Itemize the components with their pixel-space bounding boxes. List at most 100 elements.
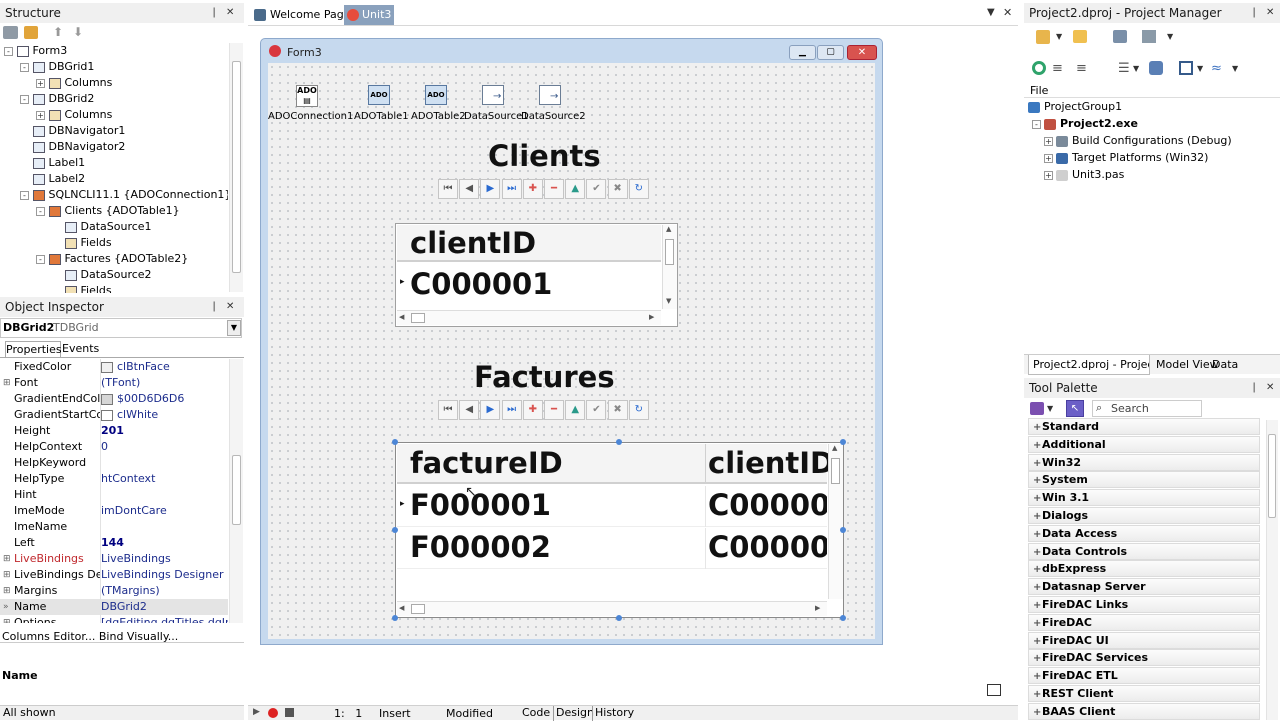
collapse-icon[interactable]: ≡ <box>1076 61 1087 76</box>
expand-icon[interactable]: ⊞ <box>3 615 11 623</box>
tree-node[interactable]: + Columns <box>36 107 112 123</box>
cursor-select-icon[interactable]: ↖ <box>1066 400 1084 417</box>
tree-node[interactable]: Fields <box>52 283 112 293</box>
selection-handle[interactable] <box>840 527 846 533</box>
property-row[interactable]: FixedColor clBtnFace <box>0 359 228 375</box>
close-icon[interactable]: ✕ <box>226 3 234 23</box>
table-row[interactable]: ▸ C000001 <box>397 265 661 305</box>
options-icon[interactable] <box>1149 61 1163 75</box>
expand-icon[interactable]: - <box>36 254 45 264</box>
refresh-icon[interactable]: ↻ <box>628 179 649 199</box>
expand-icon[interactable]: ⊞ <box>3 583 11 599</box>
layout-icon[interactable] <box>987 684 1001 696</box>
insert-record-icon[interactable]: ✚ <box>522 400 543 420</box>
tree-node[interactable]: - Clients {ADOTable1} <box>36 203 180 219</box>
palette-category[interactable]: +FireDAC <box>1028 613 1260 631</box>
palette-category[interactable]: +REST Client <box>1028 685 1260 702</box>
expand-icon[interactable]: + <box>1033 598 1042 613</box>
add-folder-icon[interactable] <box>1073 30 1087 43</box>
palette-category[interactable]: +FireDAC UI <box>1028 631 1260 649</box>
property-value[interactable]: DBGrid2 <box>101 599 147 615</box>
property-value[interactable]: 0 <box>101 439 108 455</box>
expand-icon[interactable]: + <box>1033 456 1042 471</box>
pin-icon[interactable]: ❘ <box>1250 378 1258 398</box>
property-row[interactable]: HelpType htContext <box>0 471 228 487</box>
project-tree-node[interactable]: - Project2.exe <box>1032 116 1138 132</box>
tab-code[interactable]: Code <box>520 706 552 721</box>
arrow-down-icon[interactable]: ⬇ <box>73 25 83 39</box>
clients-label[interactable]: Clients <box>488 139 601 173</box>
close-button[interactable]: ✕ <box>847 45 877 60</box>
pin-icon[interactable]: ❘ <box>210 3 218 23</box>
tree-node[interactable]: - Form3 <box>4 43 67 59</box>
chevron-down-icon[interactable]: ▼ <box>987 7 995 18</box>
inspector-scrollbar[interactable] <box>229 359 243 623</box>
expand-icon[interactable]: + <box>1033 705 1042 720</box>
tab-design[interactable]: Design <box>553 706 596 721</box>
property-value[interactable]: 201 <box>101 423 124 439</box>
selection-handle[interactable] <box>840 439 846 445</box>
expand-icon[interactable]: - <box>20 62 29 72</box>
grid2-header-factureid[interactable]: factureID <box>410 446 563 480</box>
chevron-down-icon[interactable]: ▼ <box>1133 64 1139 73</box>
expand-icon[interactable]: + <box>1044 170 1053 180</box>
tree-node[interactable]: - Factures {ADOTable2} <box>36 251 188 267</box>
delete-record-icon[interactable]: ━ <box>544 179 564 199</box>
expand-icon[interactable]: + <box>1033 545 1042 560</box>
first-record-icon[interactable]: ⏮ <box>438 179 458 199</box>
dbgrid2[interactable]: factureID clientID ▸ F000001 C00000 F000… <box>392 439 846 621</box>
property-row[interactable]: ImeMode imDontCare <box>0 503 228 519</box>
property-row[interactable]: ⊞ Font (TFont) <box>0 375 228 391</box>
first-record-icon[interactable]: ⏮ <box>438 400 458 420</box>
adoconnection-icon[interactable]: ADO ▤ <box>296 85 318 107</box>
expand-icon[interactable]: - <box>4 46 13 56</box>
view-icon[interactable] <box>1142 30 1156 43</box>
palette-category[interactable]: +Data Access <box>1028 524 1260 542</box>
expand-icon[interactable]: + <box>1033 651 1042 666</box>
property-row[interactable]: HelpContext 0 <box>0 439 228 455</box>
build-icon[interactable] <box>1179 61 1193 75</box>
property-value[interactable]: clWhite <box>101 407 158 423</box>
palette-category[interactable]: +Dialogs <box>1028 507 1260 524</box>
expand-icon[interactable]: + <box>1044 153 1053 163</box>
project-tree-node[interactable]: + Unit3.pas <box>1044 167 1124 183</box>
expand-icon[interactable]: + <box>36 110 45 120</box>
next-record-icon[interactable]: ▶ <box>480 179 501 199</box>
palette-category[interactable]: +Additional <box>1028 435 1260 453</box>
palette-category[interactable]: +Win 3.1 <box>1028 489 1260 507</box>
cancel-record-icon[interactable]: ✖ <box>607 400 628 420</box>
last-record-icon[interactable]: ⏭ <box>501 400 522 420</box>
tab-data-explorer[interactable]: Data Explorer <box>1208 355 1280 391</box>
expand-icon[interactable]: + <box>1033 669 1042 684</box>
chevron-down-icon[interactable]: ▼ <box>1232 64 1238 73</box>
tab-project-manager[interactable]: Project2.dproj - Project ... <box>1028 355 1150 375</box>
close-icon[interactable]: ✕ <box>1266 378 1274 398</box>
datasource2-icon[interactable]: → <box>539 85 561 105</box>
property-row[interactable]: ⊞ Margins (TMargins) <box>0 583 228 599</box>
adotable2-icon[interactable]: ADO <box>425 85 447 105</box>
expand-icon[interactable]: - <box>1032 119 1041 129</box>
record-icon[interactable] <box>268 708 278 718</box>
property-value[interactable]: LiveBindings <box>101 551 171 567</box>
grid1-hscroll[interactable]: ◀ ▶ <box>397 310 661 325</box>
last-record-icon[interactable]: ⏭ <box>501 179 522 199</box>
chevron-down-icon[interactable]: ▼ <box>1197 64 1203 73</box>
expand-icon[interactable]: + <box>1044 136 1053 146</box>
property-row[interactable]: Height 201 <box>0 423 228 439</box>
list-icon[interactable]: ☰ <box>1118 61 1130 76</box>
property-value[interactable]: [dgEditing,dgTitles,dgIndic <box>101 615 228 623</box>
play-icon[interactable]: ▶ <box>253 707 260 717</box>
tab-history[interactable]: History <box>592 706 636 721</box>
tree-node[interactable]: - DBGrid1 <box>20 59 94 75</box>
expand-icon[interactable]: - <box>20 94 29 104</box>
project-tree-node[interactable]: + Target Platforms (Win32) <box>1044 150 1208 166</box>
property-value[interactable]: imDontCare <box>101 503 167 519</box>
expand-icon[interactable]: + <box>1033 616 1042 631</box>
close-icon[interactable]: ✕ <box>1003 6 1012 19</box>
sort-icon[interactable]: ≡ <box>1052 61 1063 76</box>
expand-icon[interactable]: + <box>1033 527 1042 542</box>
tab-unit3[interactable]: Unit3 <box>344 5 394 25</box>
expand-icon[interactable]: + <box>1033 580 1042 595</box>
refresh-icon[interactable] <box>24 26 38 39</box>
pin-icon[interactable]: ❘ <box>1250 3 1258 23</box>
